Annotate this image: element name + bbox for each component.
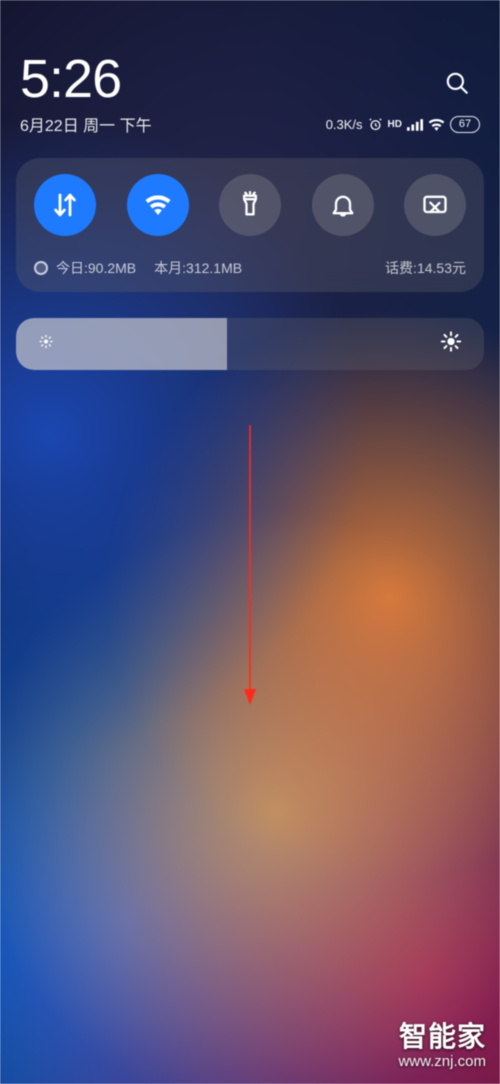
network-speed: 0.3K/s (326, 117, 363, 132)
watermark-url: www.znj.com (398, 1053, 486, 1070)
brightness-high-icon (440, 331, 462, 358)
watermark-brand: 智能家 (398, 1015, 486, 1055)
screenshot-icon (421, 191, 449, 219)
screenshot-toggle[interactable] (404, 174, 466, 236)
annotation-arrow (244, 425, 256, 705)
data-month: 本月:312.1MB (154, 258, 242, 278)
data-usage-dot-icon (34, 261, 48, 275)
brightness-slider[interactable] (16, 318, 484, 370)
watermark: 智能家 www.znj.com (398, 1015, 486, 1070)
brightness-low-icon (38, 334, 54, 355)
mobile-data-toggle[interactable] (34, 174, 96, 236)
date-status-row: 6月22日 周一 下午 0.3K/s HD 67 (20, 112, 480, 136)
clock-time: 5:26 (20, 48, 480, 110)
signal-icon (407, 118, 423, 131)
status-bar-right: 0.3K/s HD 67 (326, 116, 480, 133)
notification-shade: 5:26 6月22日 周一 下午 0.3K/s HD 67 (0, 0, 500, 1084)
data-today: 今日:90.2MB (56, 258, 136, 278)
wifi-toggle[interactable] (127, 174, 189, 236)
toggle-row (34, 174, 466, 236)
wifi-status-icon (428, 118, 445, 131)
date-text: 6月22日 周一 下午 (20, 112, 152, 136)
wifi-icon (143, 190, 173, 220)
bell-icon (329, 191, 357, 219)
header: 5:26 6月22日 周一 下午 0.3K/s HD 67 (20, 48, 480, 136)
data-usage-row[interactable]: 今日:90.2MB 本月:312.1MB 话费:14.53元 (34, 258, 466, 278)
search-icon (444, 70, 470, 96)
flashlight-icon (236, 191, 264, 219)
search-button[interactable] (444, 70, 470, 101)
flashlight-toggle[interactable] (219, 174, 281, 236)
hd-label: HD (388, 119, 402, 130)
battery-indicator: 67 (450, 116, 480, 133)
mobile-data-icon (50, 190, 80, 220)
alarm-icon (368, 117, 383, 132)
quick-settings-panel: 今日:90.2MB 本月:312.1MB 话费:14.53元 (16, 158, 484, 292)
notifications-toggle[interactable] (312, 174, 374, 236)
data-balance: 话费:14.53元 (385, 258, 466, 278)
